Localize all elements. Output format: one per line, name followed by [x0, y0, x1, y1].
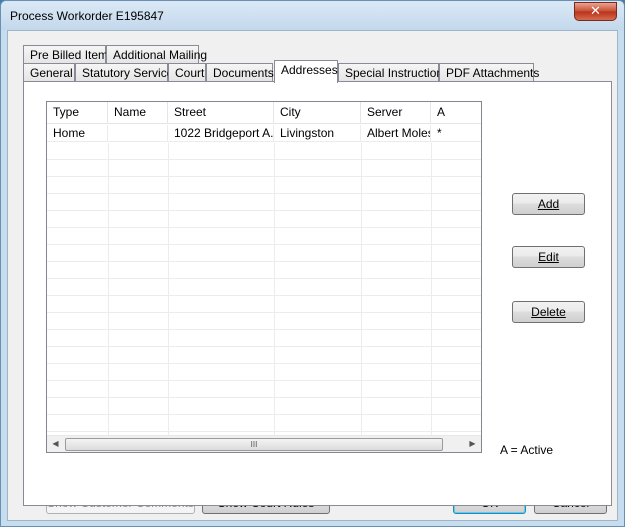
tab-label: General	[30, 66, 73, 80]
addresses-grid[interactable]: Type Name Street City Server A Home 1022…	[46, 101, 482, 453]
empty-row	[47, 330, 481, 347]
column-header-active[interactable]: A	[431, 102, 481, 124]
close-icon: ✕	[590, 4, 601, 19]
empty-row	[47, 381, 481, 398]
grip-icon: III	[250, 440, 258, 449]
cell-city: Livingston	[274, 125, 361, 142]
empty-row	[47, 398, 481, 415]
table-row[interactable]: Home 1022 Bridgeport A... Livingston Alb…	[47, 125, 481, 142]
title-bar: Process Workorder E195847 ✕	[1, 1, 624, 30]
empty-row	[47, 279, 481, 296]
column-header-name[interactable]: Name	[108, 102, 168, 124]
empty-row	[47, 296, 481, 313]
cell-active: *	[437, 126, 442, 140]
tab-label: Addresses	[281, 63, 338, 77]
empty-row	[47, 177, 481, 194]
empty-row	[47, 245, 481, 262]
tab-pdf-attachments[interactable]: PDF Attachments	[439, 63, 539, 83]
empty-row	[47, 262, 481, 279]
process-workorder-dialog: Process Workorder E195847 ✕ Pre Billed I…	[0, 0, 625, 527]
edit-button-label: Edit	[538, 250, 559, 264]
addresses-panel: Type Name Street City Server A Home 1022…	[23, 81, 612, 506]
delete-button[interactable]: Delete	[512, 301, 585, 323]
window-title: Process Workorder E195847	[10, 9, 164, 23]
empty-row	[47, 364, 481, 381]
scroll-right-icon[interactable]: ▶	[464, 436, 481, 452]
tab-label: PDF Attachments	[446, 66, 540, 80]
empty-row	[47, 228, 481, 245]
tab-court[interactable]: Court	[168, 63, 206, 83]
dialog-client-area: Pre Billed Items Additional Mailing Gene…	[7, 30, 618, 521]
cell-street: 1022 Bridgeport A...	[168, 125, 274, 142]
tab-special-instructions[interactable]: Special Instructions	[338, 63, 449, 83]
tab-documents[interactable]: Documents	[206, 63, 274, 83]
empty-row	[47, 194, 481, 211]
tab-additional-mailing[interactable]: Additional Mailing	[106, 45, 207, 65]
horizontal-scrollbar[interactable]: ◀ III ▶	[47, 435, 481, 452]
tab-label: Court	[175, 66, 205, 80]
tab-label: Additional Mailing	[113, 48, 208, 62]
tab-label: Special Instructions	[345, 66, 450, 80]
empty-row	[47, 211, 481, 228]
tab-label: Pre Billed Items	[30, 48, 115, 62]
scroll-thumb[interactable]: III	[65, 438, 443, 451]
column-header-server[interactable]: Server	[361, 102, 431, 124]
cell-server: Albert Moles	[361, 125, 431, 142]
delete-button-label: Delete	[531, 305, 566, 319]
tab-statutory-service[interactable]: Statutory Service	[75, 63, 173, 83]
tab-pre-billed-items[interactable]: Pre Billed Items	[23, 45, 114, 65]
column-header-street[interactable]: Street	[168, 102, 274, 124]
grid-header: Type Name Street City Server A	[47, 102, 481, 124]
add-button[interactable]: Add	[512, 193, 585, 215]
add-button-label: Add	[537, 197, 560, 211]
scroll-left-icon[interactable]: ◀	[47, 436, 64, 452]
empty-row	[47, 313, 481, 330]
column-header-type[interactable]: Type	[47, 102, 108, 124]
column-header-city[interactable]: City	[274, 102, 361, 124]
tab-label: Statutory Service	[82, 66, 174, 80]
edit-button[interactable]: Edit	[512, 246, 585, 268]
tab-addresses[interactable]: Addresses	[274, 60, 338, 83]
cell-type: Home	[47, 125, 108, 142]
cell-name	[108, 125, 168, 142]
close-button[interactable]: ✕	[574, 2, 617, 21]
empty-row	[47, 415, 481, 432]
empty-row	[47, 160, 481, 177]
empty-row	[47, 143, 481, 160]
empty-row	[47, 347, 481, 364]
tab-general[interactable]: General	[23, 63, 75, 83]
active-legend: A = Active	[500, 443, 554, 457]
tab-label: Documents	[213, 66, 274, 80]
